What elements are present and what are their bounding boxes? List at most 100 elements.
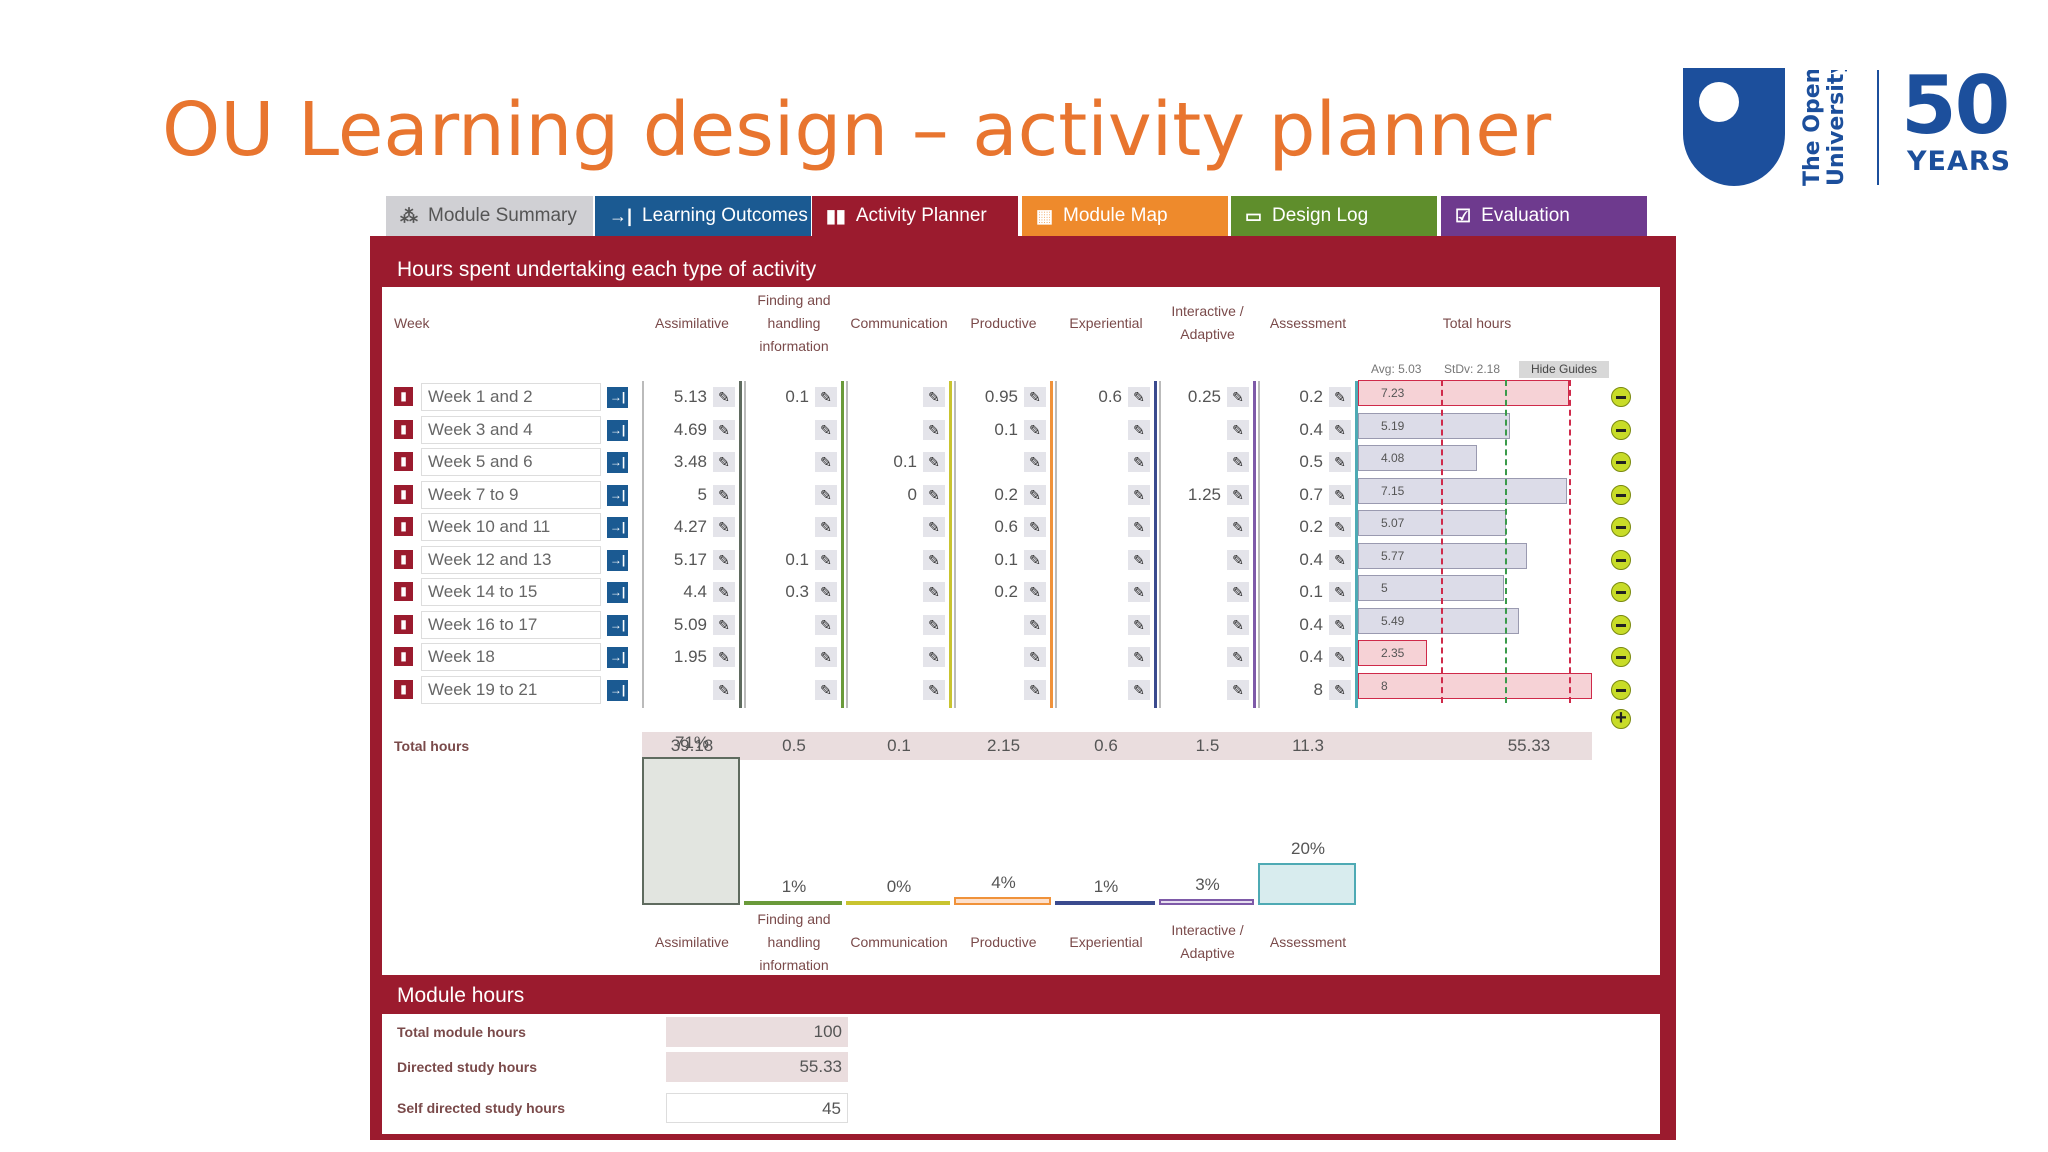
activity-hours-cell[interactable]: ✎	[1058, 415, 1152, 444]
week-outcome-link-icon[interactable]: →|	[607, 484, 628, 506]
edit-pencil-icon[interactable]: ✎	[1329, 419, 1351, 440]
edit-pencil-icon[interactable]: ✎	[713, 647, 735, 667]
edit-pencil-icon[interactable]: ✎	[1329, 679, 1351, 700]
hide-guides-button[interactable]: Hide Guides	[1519, 361, 1609, 378]
activity-hours-cell[interactable]: ✎	[1162, 513, 1251, 541]
edit-pencil-icon[interactable]: ✎	[1227, 387, 1249, 407]
edit-pencil-icon[interactable]: ✎	[815, 647, 837, 667]
activity-hours-cell[interactable]: ✎	[957, 675, 1048, 704]
activity-hours-cell[interactable]: 0.5 ✎	[1261, 448, 1353, 476]
activity-hours-cell[interactable]: 1.95 ✎	[645, 643, 737, 671]
activity-hours-cell[interactable]: 0.1 ✎	[747, 545, 839, 574]
edit-pencil-icon[interactable]: ✎	[1227, 647, 1249, 667]
activity-hours-cell[interactable]: ✎	[1162, 448, 1251, 476]
activity-hours-cell[interactable]: ✎	[1058, 448, 1152, 476]
edit-pencil-icon[interactable]: ✎	[1329, 647, 1351, 667]
week-outcome-link-icon[interactable]: →|	[607, 452, 628, 473]
remove-week-button[interactable]	[1611, 647, 1631, 667]
edit-pencil-icon[interactable]: ✎	[1329, 387, 1351, 407]
activity-hours-cell[interactable]: 4.4 ✎	[645, 578, 737, 606]
activity-hours-cell[interactable]: ✎	[1162, 415, 1251, 444]
edit-pencil-icon[interactable]: ✎	[1128, 614, 1150, 635]
activity-hours-cell[interactable]: ✎	[849, 610, 947, 639]
week-label[interactable]: Week 10 and 11	[421, 513, 601, 541]
edit-pencil-icon[interactable]: ✎	[923, 517, 945, 537]
week-chart-icon[interactable]: ▮	[394, 517, 413, 536]
activity-hours-cell[interactable]: ✎	[849, 643, 947, 671]
edit-pencil-icon[interactable]: ✎	[713, 679, 735, 700]
edit-pencil-icon[interactable]: ✎	[1227, 452, 1249, 472]
activity-hours-cell[interactable]: 0 ✎	[849, 480, 947, 509]
edit-pencil-icon[interactable]: ✎	[923, 484, 945, 505]
week-outcome-link-icon[interactable]: →|	[607, 549, 628, 571]
edit-pencil-icon[interactable]: ✎	[713, 387, 735, 407]
activity-hours-cell[interactable]: 0.6 ✎	[957, 513, 1048, 541]
activity-hours-cell[interactable]: 8 ✎	[1261, 675, 1353, 704]
week-label[interactable]: Week 18	[421, 643, 601, 671]
activity-hours-cell[interactable]: 0.1 ✎	[1261, 578, 1353, 606]
edit-pencil-icon[interactable]: ✎	[1024, 549, 1046, 570]
edit-pencil-icon[interactable]: ✎	[1329, 549, 1351, 570]
edit-pencil-icon[interactable]: ✎	[815, 679, 837, 700]
activity-hours-cell[interactable]: 0.95 ✎	[957, 383, 1048, 411]
activity-hours-cell[interactable]: ✎	[1058, 513, 1152, 541]
tab-module-summary[interactable]: ⁂ Module Summary	[386, 196, 593, 236]
activity-hours-cell[interactable]: 4.69 ✎	[645, 415, 737, 444]
activity-hours-cell[interactable]: ✎	[1162, 610, 1251, 639]
activity-hours-cell[interactable]: 0.25 ✎	[1162, 383, 1251, 411]
edit-pencil-icon[interactable]: ✎	[713, 614, 735, 635]
activity-hours-cell[interactable]: 5.09 ✎	[645, 610, 737, 639]
activity-hours-cell[interactable]: 0.4 ✎	[1261, 545, 1353, 574]
week-outcome-link-icon[interactable]: →|	[607, 517, 628, 538]
week-outcome-link-icon[interactable]: →|	[607, 647, 628, 668]
remove-week-button[interactable]	[1611, 387, 1631, 407]
remove-week-button[interactable]	[1611, 419, 1631, 440]
total-module-hours-field[interactable]: 100	[666, 1017, 848, 1047]
edit-pencil-icon[interactable]: ✎	[713, 419, 735, 440]
activity-hours-cell[interactable]: 0.4 ✎	[1261, 415, 1353, 444]
activity-hours-cell[interactable]: ✎	[1058, 675, 1152, 704]
edit-pencil-icon[interactable]: ✎	[1024, 484, 1046, 505]
week-label[interactable]: Week 16 to 17	[421, 610, 601, 639]
edit-pencil-icon[interactable]: ✎	[815, 387, 837, 407]
activity-hours-cell[interactable]: ✎	[645, 675, 737, 704]
activity-hours-cell[interactable]: 0.1 ✎	[957, 415, 1048, 444]
edit-pencil-icon[interactable]: ✎	[815, 614, 837, 635]
activity-hours-cell[interactable]: ✎	[747, 480, 839, 509]
edit-pencil-icon[interactable]: ✎	[1128, 484, 1150, 505]
remove-week-button[interactable]	[1611, 452, 1631, 472]
activity-hours-cell[interactable]: ✎	[1162, 675, 1251, 704]
activity-hours-cell[interactable]: ✎	[849, 675, 947, 704]
activity-hours-cell[interactable]: 0.1 ✎	[957, 545, 1048, 574]
edit-pencil-icon[interactable]: ✎	[923, 647, 945, 667]
week-chart-icon[interactable]: ▮	[394, 419, 413, 439]
activity-hours-cell[interactable]: 1.25 ✎	[1162, 480, 1251, 509]
week-chart-icon[interactable]: ▮	[394, 647, 413, 666]
edit-pencil-icon[interactable]: ✎	[1128, 582, 1150, 602]
activity-hours-cell[interactable]: ✎	[747, 675, 839, 704]
activity-hours-cell[interactable]: ✎	[957, 448, 1048, 476]
remove-week-button[interactable]	[1611, 614, 1631, 635]
edit-pencil-icon[interactable]: ✎	[1128, 549, 1150, 570]
edit-pencil-icon[interactable]: ✎	[1024, 582, 1046, 602]
tab-evaluation[interactable]: ☑ Evaluation	[1441, 196, 1647, 236]
edit-pencil-icon[interactable]: ✎	[1024, 452, 1046, 472]
activity-hours-cell[interactable]: 0.2 ✎	[957, 578, 1048, 606]
activity-hours-cell[interactable]: ✎	[1058, 610, 1152, 639]
week-chart-icon[interactable]: ▮	[394, 614, 413, 634]
edit-pencil-icon[interactable]: ✎	[713, 484, 735, 505]
week-chart-icon[interactable]: ▮	[394, 582, 413, 601]
week-outcome-link-icon[interactable]: →|	[607, 582, 628, 603]
edit-pencil-icon[interactable]: ✎	[923, 582, 945, 602]
edit-pencil-icon[interactable]: ✎	[1329, 517, 1351, 537]
edit-pencil-icon[interactable]: ✎	[1329, 484, 1351, 505]
activity-hours-cell[interactable]: ✎	[747, 610, 839, 639]
activity-hours-cell[interactable]: 3.48 ✎	[645, 448, 737, 476]
edit-pencil-icon[interactable]: ✎	[1227, 582, 1249, 602]
activity-hours-cell[interactable]: 5.17 ✎	[645, 545, 737, 574]
activity-hours-cell[interactable]: ✎	[747, 643, 839, 671]
activity-hours-cell[interactable]: ✎	[1058, 643, 1152, 671]
activity-hours-cell[interactable]: ✎	[747, 415, 839, 444]
edit-pencil-icon[interactable]: ✎	[1024, 647, 1046, 667]
week-label[interactable]: Week 3 and 4	[421, 415, 601, 444]
